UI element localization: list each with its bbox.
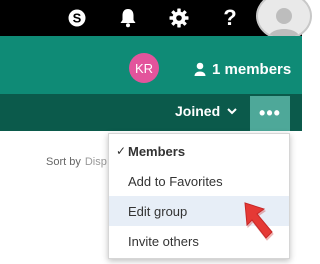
chevron-down-icon [227, 107, 237, 114]
menu-item-label: Members [128, 143, 186, 159]
pointer-arrow-icon [244, 202, 274, 241]
sort-by-control[interactable]: Sort by Disp [46, 156, 107, 168]
person-icon [194, 62, 206, 76]
menu-item-members[interactable]: ✓ Members [109, 136, 289, 166]
menu-item-add-to-favorites[interactable]: Add to Favorites [109, 166, 289, 196]
joined-dropdown[interactable]: Joined [175, 103, 237, 119]
gear-icon[interactable] [162, 0, 196, 36]
menu-item-label: Edit group [128, 203, 188, 219]
skype-icon[interactable]: S [60, 0, 94, 36]
checkmark-icon: ✓ [116, 144, 127, 158]
help-icon[interactable]: ? [213, 0, 247, 36]
menu-item-label: Add to Favorites [128, 173, 223, 189]
members-count-button[interactable]: 1 members [194, 60, 291, 78]
more-options-button[interactable]: ••• [250, 96, 290, 131]
top-bar: S ? [0, 0, 312, 40]
members-count-label: 1 members [212, 60, 292, 78]
svg-text:S: S [73, 11, 82, 26]
menu-item-label: Invite others [128, 233, 199, 249]
sort-by-value: Disp [84, 156, 107, 168]
user-avatar-icon[interactable] [256, 0, 312, 40]
joined-label: Joined [175, 103, 221, 119]
owner-avatar[interactable]: KR [129, 53, 159, 83]
sort-by-label: Sort by [46, 156, 81, 168]
bell-icon[interactable] [111, 0, 145, 36]
